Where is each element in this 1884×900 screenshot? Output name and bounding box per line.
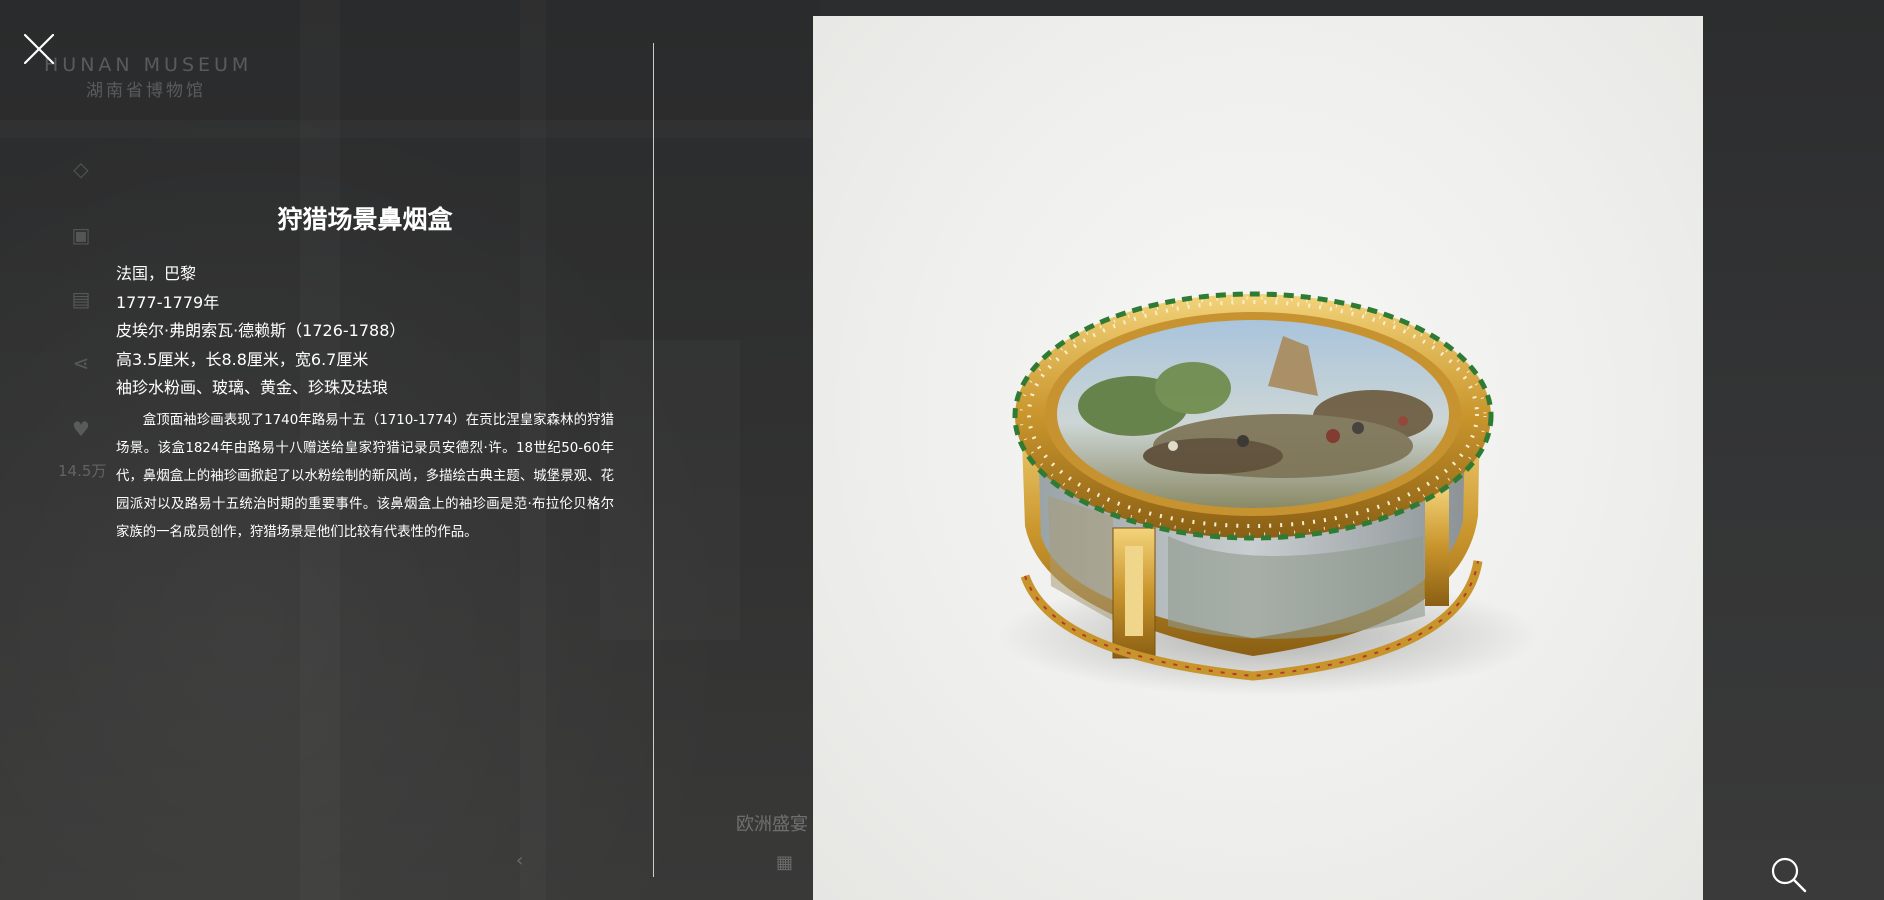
artifact-materials: 袖珍水粉画、玻璃、黄金、珍珠及珐琅 — [116, 378, 389, 397]
grid-icon: ▦ — [776, 852, 794, 873]
zoom-search-button[interactable] — [1770, 856, 1808, 894]
background-logo-cn: 湖南省博物馆 — [86, 81, 206, 101]
artifact-maker: 皮埃尔·弗朗索瓦·德赖斯（1726-1788） — [116, 321, 406, 340]
artifact-info-panel: 狩猎场景鼻烟盒 法国，巴黎 1777-1779年 皮埃尔·弗朗索瓦·德赖斯（17… — [116, 200, 614, 560]
tag-icon: ◇ — [73, 157, 89, 181]
background-caption: 欧洲盛宴 — [736, 814, 808, 835]
artifact-date: 1777-1779年 — [116, 292, 220, 312]
share-icon: ⋖ — [72, 351, 90, 375]
close-button[interactable] — [22, 32, 56, 66]
panel-divider — [653, 43, 654, 877]
search-icon — [1771, 857, 1807, 893]
artifact-title: 狩猎场景鼻烟盒 — [277, 205, 453, 234]
snuff-box-illustration — [998, 291, 1538, 696]
background-back-icon: ‹ — [516, 850, 524, 871]
artifact-image[interactable] — [813, 16, 1703, 900]
artifact-description: 盒顶面袖珍画表现了1740年路易十五（1710-1774）在贡比涅皇家森林的狩猎… — [116, 412, 614, 540]
artifact-dimensions: 高3.5厘米，长8.8厘米，宽6.7厘米 — [116, 349, 369, 369]
heart-icon: ♥ — [72, 417, 90, 441]
image-icon: ▣ — [71, 223, 91, 247]
artifact-origin: 法国，巴黎 — [116, 264, 197, 283]
viewer-stage: HUNAN MUSEUM 湖南省博物馆 ◇ ▣ ▤ ⋖ ♥ 14.5万 欧洲盛宴… — [0, 0, 1884, 900]
background-like-count: 14.5万 — [58, 462, 107, 480]
background-logo-en: HUNAN MUSEUM — [44, 54, 253, 76]
document-icon: ▤ — [71, 287, 91, 311]
close-icon — [23, 33, 55, 65]
